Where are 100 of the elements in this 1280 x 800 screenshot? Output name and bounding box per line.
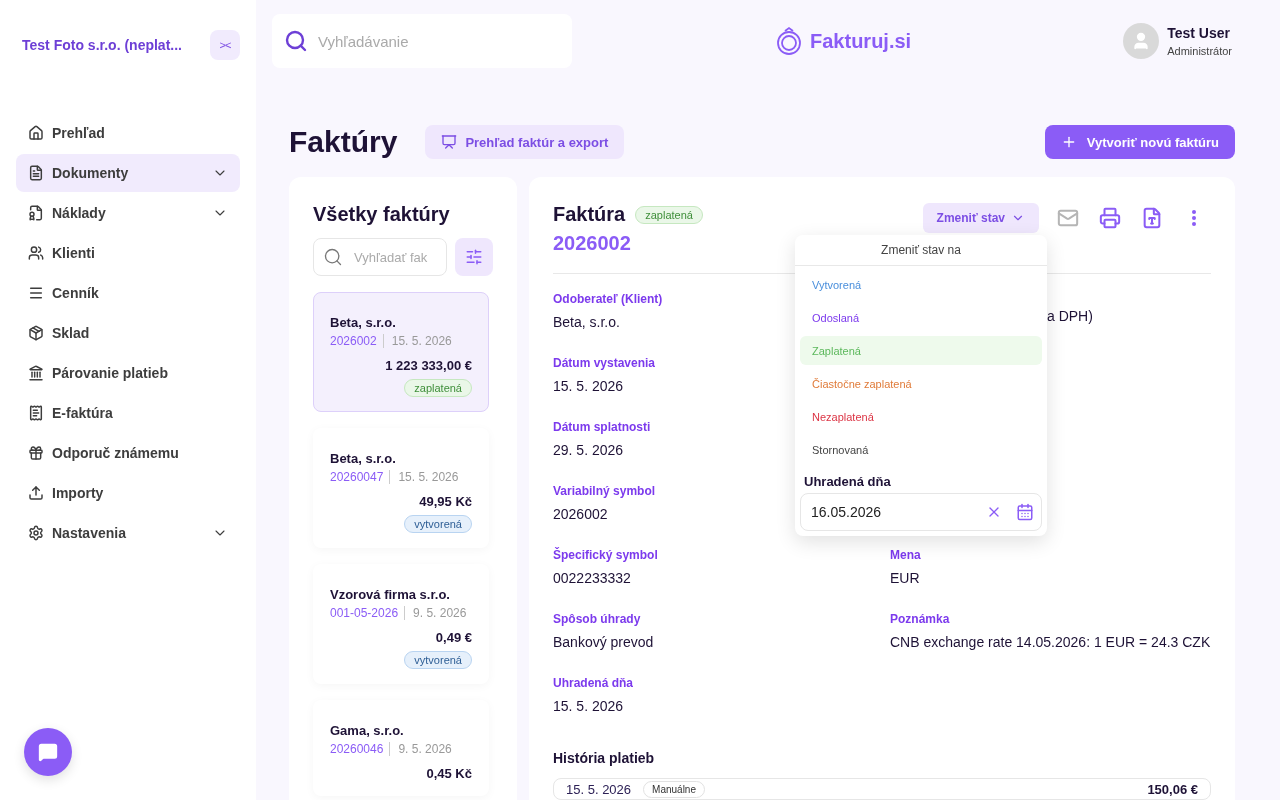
- field-label: Variabilný symbol: [553, 484, 657, 498]
- nav-label: Náklady: [52, 205, 107, 221]
- receipt-icon: [28, 205, 44, 221]
- invoice-card[interactable]: Beta, s.r.o. 20260047 15. 5. 2026 49,95 Kč vytvorená: [313, 428, 489, 548]
- people-icon: [28, 245, 44, 261]
- invoice-search-field[interactable]: Vyhľadať fak: [313, 238, 447, 276]
- field-value: Beta, s.r.o.: [553, 314, 620, 330]
- nav-label: Odporuč známemu: [52, 445, 180, 461]
- client-name: Gama, s.r.o.: [330, 723, 405, 738]
- chat-button[interactable]: [24, 728, 72, 776]
- box-icon: [28, 325, 44, 341]
- change-status-button[interactable]: Zmeniť stav: [922, 203, 1039, 233]
- nav-label: Cenník: [52, 285, 100, 301]
- nav-item[interactable]: Sklad: [16, 314, 240, 352]
- search-icon: [284, 29, 308, 53]
- status-badge: zaplatená: [635, 205, 703, 224]
- mail-icon: [1057, 207, 1079, 229]
- client-name: Beta, s.r.o.: [330, 451, 397, 466]
- status-option[interactable]: Stornovaná: [800, 435, 1042, 464]
- invoice-card[interactable]: Gama, s.r.o. 20260046 9. 5. 2026 0,45 Kč: [313, 700, 489, 796]
- status-option[interactable]: Nezaplatená: [800, 402, 1042, 431]
- nav-item[interactable]: Párovanie platieb: [16, 354, 240, 392]
- filter-button[interactable]: [455, 238, 493, 276]
- page-title: Faktúry: [289, 125, 398, 159]
- more-icon: [1192, 210, 1196, 226]
- printer-icon: [1099, 207, 1121, 229]
- field-label: Poznámka: [890, 612, 951, 626]
- client-name: Beta, s.r.o.: [330, 315, 397, 330]
- sliders-icon: [465, 248, 483, 266]
- field-value: 29. 5. 2026: [553, 442, 624, 458]
- status-badge: vytvorená: [404, 651, 472, 669]
- invoice-card[interactable]: Vzorová firma s.r.o. 001-05-2026 9. 5. 2026 0,49 € vytvorená: [313, 564, 489, 684]
- dropdown-title: Zmeniť stav na: [795, 235, 1047, 266]
- user-role: Administrátor: [1167, 45, 1232, 57]
- field-value: EUR: [890, 570, 920, 586]
- invoice-date: 15. 5. 2026: [398, 470, 459, 484]
- home-icon: [28, 125, 44, 141]
- nav-label: Párovanie platieb: [52, 365, 169, 381]
- field-value: 15. 5. 2026: [553, 378, 624, 394]
- payment-date: 15. 5. 2026: [566, 781, 632, 797]
- bank-icon: [28, 365, 44, 381]
- invoice-date: 15. 5. 2026: [391, 334, 452, 348]
- paid-date-field[interactable]: 16.05.2026: [800, 493, 1042, 531]
- field-value: CNB exchange rate 14.05.2026: 1 EUR = 24.3 CZK: [890, 634, 1211, 650]
- field-label: Špecifický symbol: [553, 548, 659, 562]
- invoice-number: 2026002: [330, 334, 384, 348]
- paid-date-label: Uhradená dňa: [803, 473, 892, 491]
- invoice-date: 9. 5. 2026: [413, 606, 467, 620]
- receipt-icon: [28, 405, 44, 421]
- document-icon: [28, 165, 44, 181]
- list-title: Všetky faktúry: [313, 203, 451, 226]
- nav-label: Nastavenia: [52, 525, 127, 541]
- field-label: Spôsob úhrady: [553, 612, 642, 626]
- nav-item[interactable]: Cenník: [16, 274, 240, 312]
- search-field[interactable]: Vyhľadávanie: [272, 14, 572, 68]
- upload-icon: [28, 485, 44, 501]
- invoice-amount: 0,49 €: [435, 630, 472, 645]
- chat-icon: [38, 742, 58, 762]
- calendar-icon[interactable]: [1016, 503, 1034, 521]
- payment-amount: 150,06 €: [1147, 781, 1198, 797]
- invoice-amount: 1 223 333,00 €: [385, 358, 472, 373]
- status-option[interactable]: Vytvorená: [800, 270, 1042, 299]
- status-option[interactable]: Odoslaná: [800, 303, 1042, 332]
- nav-item[interactable]: Klienti: [16, 234, 240, 272]
- settings-icon: [28, 525, 44, 541]
- invoice-date: 9. 5. 2026: [398, 742, 452, 756]
- nav-item[interactable]: Importy: [16, 474, 240, 512]
- invoice-number: 2026002: [553, 232, 632, 255]
- nav-item[interactable]: Dokumenty: [16, 154, 240, 192]
- detail-title: Faktúra: [553, 203, 626, 226]
- field-label: Uhradená dňa: [553, 676, 634, 690]
- nav-item[interactable]: E-faktúra: [16, 394, 240, 432]
- client-name: Vzorová firma s.r.o.: [330, 587, 451, 602]
- invoice-number: 001-05-2026: [330, 606, 406, 620]
- field-value: 0022233332: [553, 570, 631, 586]
- nav-label: Sklad: [52, 325, 91, 341]
- status-badge: zaplatená: [404, 379, 472, 397]
- gift-icon: [28, 445, 44, 461]
- field-label: Odoberateľ (Klient): [553, 292, 664, 306]
- invoice-number: 20260046: [330, 742, 391, 756]
- nav-item[interactable]: Náklady: [16, 194, 240, 232]
- nav-item[interactable]: Prehľad: [16, 114, 240, 152]
- invoice-amount: 49,95 Kč: [419, 494, 472, 509]
- invoice-card[interactable]: Beta, s.r.o. 2026002 15. 5. 2026 1 223 333,00 € zaplatená: [313, 292, 489, 412]
- history-title: História platieb: [553, 750, 656, 766]
- create-invoice-button[interactable]: Vytvoriť novú faktúru: [1044, 125, 1235, 159]
- overview-export-button[interactable]: Prehľad faktúr a export: [425, 125, 625, 159]
- field-value: 15. 5. 2026: [553, 698, 624, 714]
- field-label: Dátum splatnosti: [553, 420, 652, 434]
- nav-label: E-faktúra: [52, 405, 114, 421]
- field-value: 2026002: [553, 506, 608, 522]
- logo-text: Fakturuj.si: [810, 29, 912, 53]
- nav-item[interactable]: Odporuč známemu: [16, 434, 240, 472]
- invoice-amount: 0,45 Kč: [426, 766, 472, 781]
- search-icon: [323, 247, 343, 267]
- nav-label: Dokumenty: [52, 165, 130, 181]
- collapse-sidebar-button[interactable]: ><: [210, 30, 240, 60]
- nav-label: Prehľad: [52, 125, 106, 141]
- nav-label: Importy: [52, 485, 105, 501]
- nav-item[interactable]: Nastavenia: [16, 514, 240, 552]
